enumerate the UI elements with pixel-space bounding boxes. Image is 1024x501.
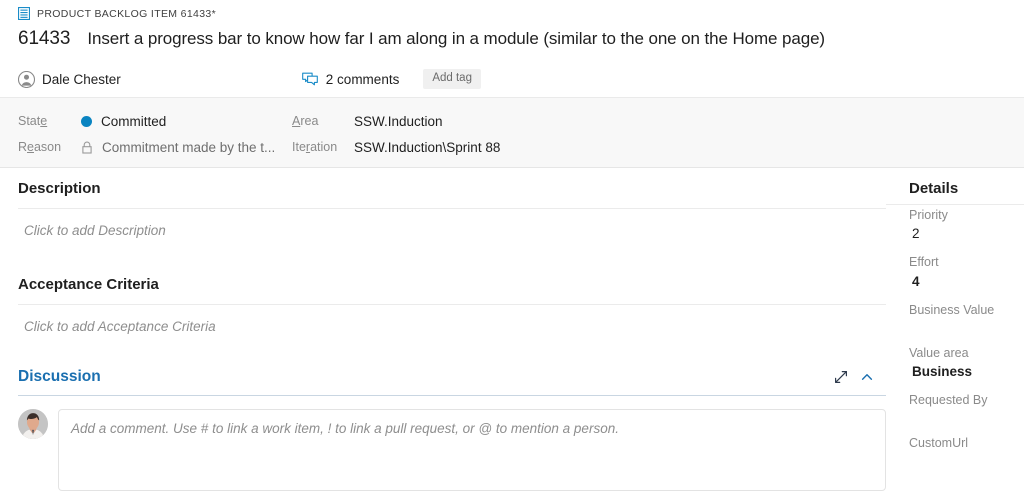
description-heading: Description [18, 168, 886, 197]
priority-value[interactable]: 2 [909, 224, 1024, 244]
detail-field-requested-by: Requested By [909, 382, 1024, 425]
lock-icon [81, 141, 93, 154]
details-divider [886, 204, 1024, 205]
requested-by-label: Requested By [909, 391, 1024, 409]
work-item-meta-row: Dale Chester 2 comments Add tag [18, 67, 1024, 91]
person-avatar-icon [18, 71, 35, 88]
reason-label: Reason [18, 140, 81, 154]
customurl-value[interactable] [909, 453, 1024, 469]
details-heading: Details [909, 168, 1024, 197]
work-item-form: PRODUCT BACKLOG ITEM 61433* 61433 Insert… [0, 0, 1024, 501]
priority-label: Priority [909, 206, 1024, 224]
area-label: Area [292, 114, 354, 128]
business-value-label: Business Value [909, 301, 1024, 319]
assigned-to-field[interactable]: Dale Chester [18, 71, 121, 88]
description-input[interactable]: Click to add Description [18, 209, 886, 238]
comment-input[interactable]: Add a comment. Use # to link a work item… [58, 409, 886, 491]
discussion-actions [834, 370, 886, 384]
acceptance-criteria-spacer [18, 334, 886, 365]
chevron-up-icon[interactable] [860, 370, 874, 384]
value-area-value[interactable]: Business [909, 362, 1024, 382]
work-item-title[interactable]: Insert a progress bar to know how far I … [87, 29, 825, 49]
work-item-type-row: PRODUCT BACKLOG ITEM 61433* [18, 0, 1024, 22]
acceptance-criteria-heading: Acceptance Criteria [18, 264, 886, 293]
state-dot-icon [81, 116, 92, 127]
comments-group: 2 comments Add tag [302, 69, 481, 90]
state-value[interactable]: Committed [81, 114, 292, 129]
state-value-text: Committed [101, 114, 166, 129]
discussion-divider [18, 395, 886, 396]
value-area-label: Value area [909, 344, 1024, 362]
details-panel: Details Priority 2 Effort 4 Business Val… [909, 168, 1024, 469]
add-tag-button[interactable]: Add tag [423, 69, 481, 90]
business-value-value[interactable] [909, 319, 1024, 335]
user-photo-avatar [18, 409, 48, 439]
description-spacer [18, 238, 886, 264]
state-fields-strip: State Committed Area SSW.Induction Reaso… [0, 97, 1024, 168]
work-item-type-label: PRODUCT BACKLOG ITEM 61433* [37, 8, 216, 20]
reason-value[interactable]: Commitment made by the t... [81, 140, 292, 155]
work-item-id: 61433 [18, 28, 70, 50]
requested-by-value[interactable] [909, 409, 1024, 425]
discussion-heading[interactable]: Discussion [18, 368, 101, 386]
comment-input-placeholder: Add a comment. Use # to link a work item… [71, 421, 619, 436]
state-label: State [18, 114, 81, 128]
comments-count-label[interactable]: 2 comments [326, 72, 400, 87]
customurl-label: CustomUrl [909, 434, 1024, 452]
work-item-main-column: Description Click to add Description Acc… [18, 168, 886, 491]
assignee-name: Dale Chester [42, 72, 121, 87]
add-comment-row: Add a comment. Use # to link a work item… [18, 409, 886, 491]
area-value[interactable]: SSW.Induction [354, 114, 500, 129]
backlog-item-icon [18, 7, 30, 20]
work-item-title-row: 61433 Insert a progress bar to know how … [18, 28, 1024, 56]
detail-field-business-value: Business Value [909, 292, 1024, 335]
effort-value[interactable]: 4 [909, 272, 1024, 292]
state-fields-grid: State Committed Area SSW.Induction Reaso… [18, 108, 500, 160]
comments-icon[interactable] [302, 72, 318, 87]
acceptance-criteria-input[interactable]: Click to add Acceptance Criteria [18, 305, 886, 334]
reason-value-text: Commitment made by the t... [102, 140, 275, 155]
detail-field-value-area: Value area Business [909, 335, 1024, 382]
expand-icon[interactable] [834, 370, 848, 384]
discussion-header: Discussion [18, 365, 886, 386]
detail-field-customurl: CustomUrl [909, 425, 1024, 468]
work-item-header: PRODUCT BACKLOG ITEM 61433* 61433 Insert… [0, 0, 1024, 97]
iteration-value[interactable]: SSW.Induction\Sprint 88 [354, 140, 500, 155]
iteration-label: Iteration [292, 140, 354, 154]
effort-label: Effort [909, 253, 1024, 271]
detail-field-effort: Effort 4 [909, 244, 1024, 291]
